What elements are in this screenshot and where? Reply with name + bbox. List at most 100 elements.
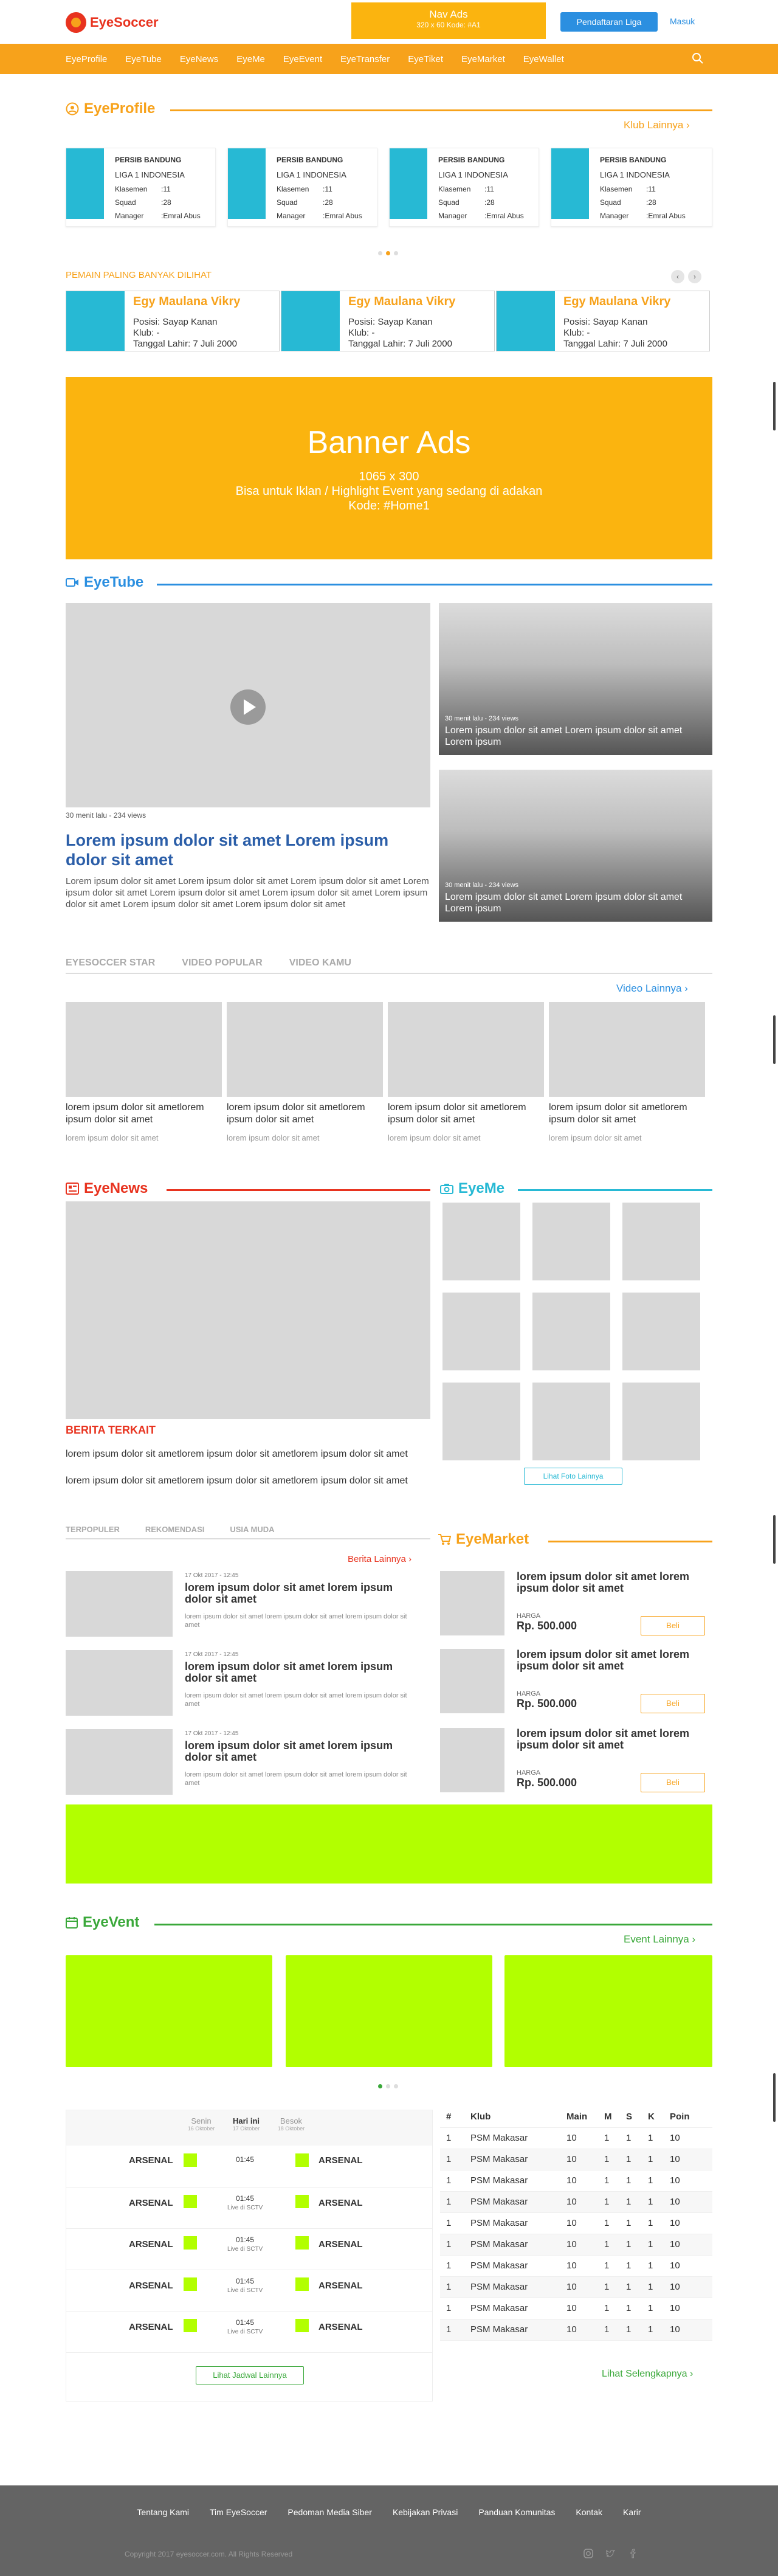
nav-item-eyemarket[interactable]: EyeMarket bbox=[461, 54, 505, 64]
video-title[interactable]: lorem ipsum dolor sit ametlorem ipsum do… bbox=[549, 1102, 707, 1126]
tab-video-kamu[interactable]: VIDEO KAMU bbox=[289, 958, 351, 969]
site-logo[interactable]: EyeSoccer bbox=[66, 12, 159, 33]
nav-item-eyetransfer[interactable]: EyeTransfer bbox=[340, 54, 390, 64]
footer-link-tim[interactable]: Tim EyeSoccer bbox=[210, 2507, 267, 2517]
instagram-icon[interactable] bbox=[584, 2549, 593, 2558]
footer-link-tentang[interactable]: Tentang Kami bbox=[137, 2507, 189, 2517]
news-main-image[interactable] bbox=[66, 1201, 430, 1419]
standings-row[interactable]: 1 PSM Makasar 10 1 1 1 10 bbox=[440, 2255, 712, 2277]
ads-banner[interactable] bbox=[66, 1804, 712, 1884]
video-thumbnail[interactable] bbox=[66, 1002, 222, 1097]
footer-link-panduan[interactable]: Panduan Komunitas bbox=[478, 2507, 555, 2517]
standings-row[interactable]: 1 PSM Makasar 10 1 1 1 10 bbox=[440, 2234, 712, 2256]
standings-row[interactable]: 1 PSM Makasar 10 1 1 1 10 bbox=[440, 2276, 712, 2298]
search-icon[interactable] bbox=[692, 52, 704, 64]
buy-button[interactable]: Beli bbox=[641, 1694, 705, 1713]
photo-thumbnail[interactable] bbox=[622, 1293, 700, 1370]
nav-item-eyenews[interactable]: EyeNews bbox=[180, 54, 218, 64]
club-card[interactable]: PERSIB BANDUNG LIGA 1 INDONESIA Klasemen… bbox=[227, 148, 377, 227]
nav-item-eyewallet[interactable]: EyeWallet bbox=[523, 54, 564, 64]
standings-row[interactable]: 1 PSM Makasar 10 1 1 1 10 bbox=[440, 2319, 712, 2341]
tab-rekomendasi[interactable]: REKOMENDASI bbox=[145, 1525, 205, 1534]
event-card[interactable] bbox=[286, 1955, 492, 2067]
more-schedule-button[interactable]: Lihat Jadwal Lainnya bbox=[196, 2366, 304, 2384]
next-arrow-icon[interactable]: › bbox=[688, 270, 701, 283]
event-card[interactable] bbox=[504, 1955, 712, 2067]
news-title[interactable]: lorem ipsum dolor sit amet lorem ipsum d… bbox=[185, 1661, 416, 1684]
day-tab[interactable]: Besok 18 Oktober bbox=[273, 2116, 309, 2132]
standings-row[interactable]: 1 PSM Makasar 10 1 1 1 10 bbox=[440, 2298, 712, 2319]
photo-thumbnail[interactable] bbox=[622, 1203, 700, 1280]
news-thumbnail[interactable] bbox=[66, 1571, 173, 1637]
product-title[interactable]: lorem ipsum dolor sit amet lorem ipsum d… bbox=[517, 1571, 712, 1594]
photo-thumbnail[interactable] bbox=[532, 1383, 610, 1460]
day-tab[interactable]: Senin 16 Oktober bbox=[183, 2116, 219, 2132]
standings-row[interactable]: 1 PSM Makasar 10 1 1 1 10 bbox=[440, 2170, 712, 2192]
carousel-dot-active[interactable] bbox=[386, 251, 390, 255]
product-image[interactable] bbox=[440, 1649, 504, 1713]
related-news-item[interactable]: lorem ipsum dolor sit ametlorem ipsum do… bbox=[66, 1475, 430, 1487]
event-card[interactable] bbox=[66, 1955, 272, 2067]
club-card[interactable]: PERSIB BANDUNG LIGA 1 INDONESIA Klasemen… bbox=[66, 148, 216, 227]
video-thumbnail[interactable] bbox=[388, 1002, 544, 1097]
player-card[interactable]: Egy Maulana Vikry Posisi: Sayap Kanan Kl… bbox=[281, 291, 495, 351]
tab-usia-muda[interactable]: USIA MUDA bbox=[230, 1525, 274, 1534]
product-title[interactable]: lorem ipsum dolor sit amet lorem ipsum d… bbox=[517, 1649, 712, 1672]
photo-thumbnail[interactable] bbox=[532, 1203, 610, 1280]
more-clubs-link[interactable]: Klub Lainnya › bbox=[624, 119, 690, 131]
nav-item-eyeme[interactable]: EyeMe bbox=[236, 54, 265, 64]
photo-thumbnail[interactable] bbox=[442, 1203, 520, 1280]
news-thumbnail[interactable] bbox=[66, 1650, 173, 1716]
side-video-title[interactable]: Lorem ipsum dolor sit amet Lorem ipsum d… bbox=[445, 891, 700, 914]
footer-link-privasi[interactable]: Kebijakan Privasi bbox=[393, 2507, 458, 2517]
tab-eyesoccer-star[interactable]: EYESOCCER STAR bbox=[66, 958, 155, 969]
login-link[interactable]: Masuk bbox=[670, 16, 695, 26]
more-photos-button[interactable]: Lihat Foto Lainnya bbox=[524, 1468, 622, 1485]
standings-row[interactable]: 1 PSM Makasar 10 1 1 1 10 bbox=[440, 2149, 712, 2170]
video-title[interactable]: lorem ipsum dolor sit ametlorem ipsum do… bbox=[388, 1102, 544, 1126]
tab-video-popular[interactable]: VIDEO POPULAR bbox=[182, 958, 262, 969]
footer-link-kontak[interactable]: Kontak bbox=[576, 2507, 602, 2517]
main-video-title[interactable]: Lorem ipsum dolor sit amet Lorem ipsum d… bbox=[66, 830, 430, 869]
play-icon[interactable] bbox=[230, 689, 266, 725]
photo-thumbnail[interactable] bbox=[442, 1293, 520, 1370]
video-title[interactable]: lorem ipsum dolor sit ametlorem ipsum do… bbox=[227, 1102, 383, 1126]
product-image[interactable] bbox=[440, 1571, 504, 1635]
player-card[interactable]: Egy Maulana Vikry Posisi: Sayap Kanan Kl… bbox=[66, 291, 280, 351]
carousel-dot[interactable] bbox=[386, 2084, 390, 2088]
nav-ads[interactable]: Nav Ads 320 x 60 Kode: #A1 bbox=[351, 2, 546, 39]
carousel-dot[interactable] bbox=[394, 251, 398, 255]
video-thumbnail[interactable] bbox=[227, 1002, 383, 1097]
photo-thumbnail[interactable] bbox=[622, 1383, 700, 1460]
side-video-title[interactable]: Lorem ipsum dolor sit amet Lorem ipsum d… bbox=[445, 725, 700, 748]
more-standings-link[interactable]: Lihat Selengkapnya › bbox=[602, 2369, 693, 2380]
tab-terpopuler[interactable]: TERPOPULER bbox=[66, 1525, 120, 1534]
more-videos-link[interactable]: Video Lainnya › bbox=[616, 982, 688, 995]
photo-thumbnail[interactable] bbox=[442, 1383, 520, 1460]
standings-row[interactable]: 1 PSM Makasar 10 1 1 1 10 bbox=[440, 2191, 712, 2213]
day-tab-active[interactable]: Hari ini 17 Oktober bbox=[228, 2116, 264, 2132]
product-title[interactable]: lorem ipsum dolor sit amet lorem ipsum d… bbox=[517, 1728, 712, 1751]
news-thumbnail[interactable] bbox=[66, 1729, 173, 1795]
nav-item-eyeevent[interactable]: EyeEvent bbox=[283, 54, 322, 64]
news-title[interactable]: lorem ipsum dolor sit amet lorem ipsum d… bbox=[185, 1740, 416, 1763]
nav-item-eyetube[interactable]: EyeTube bbox=[125, 54, 161, 64]
club-card[interactable]: PERSIB BANDUNG LIGA 1 INDONESIA Klasemen… bbox=[389, 148, 539, 227]
match-row[interactable] bbox=[66, 2147, 433, 2188]
facebook-icon[interactable] bbox=[628, 2549, 638, 2558]
buy-button[interactable]: Beli bbox=[641, 1773, 705, 1792]
register-league-button[interactable]: Pendaftaran Liga bbox=[560, 12, 658, 32]
video-title[interactable]: lorem ipsum dolor sit ametlorem ipsum do… bbox=[66, 1102, 222, 1126]
prev-arrow-icon[interactable]: ‹ bbox=[671, 270, 684, 283]
banner-ads[interactable]: Banner Ads 1065 x 300 Bisa untuk Iklan /… bbox=[66, 377, 712, 559]
photo-thumbnail[interactable] bbox=[532, 1293, 610, 1370]
carousel-dot-active[interactable] bbox=[378, 2084, 382, 2088]
twitter-icon[interactable] bbox=[605, 2549, 615, 2558]
carousel-dot[interactable] bbox=[394, 2084, 398, 2088]
news-title[interactable]: lorem ipsum dolor sit amet lorem ipsum d… bbox=[185, 1582, 416, 1605]
product-image[interactable] bbox=[440, 1728, 504, 1792]
nav-item-eyetiket[interactable]: EyeTiket bbox=[408, 54, 443, 64]
carousel-dot[interactable] bbox=[378, 251, 382, 255]
club-card[interactable]: PERSIB BANDUNG LIGA 1 INDONESIA Klasemen… bbox=[551, 148, 712, 227]
more-news-link[interactable]: Berita Lainnya › bbox=[348, 1554, 411, 1564]
